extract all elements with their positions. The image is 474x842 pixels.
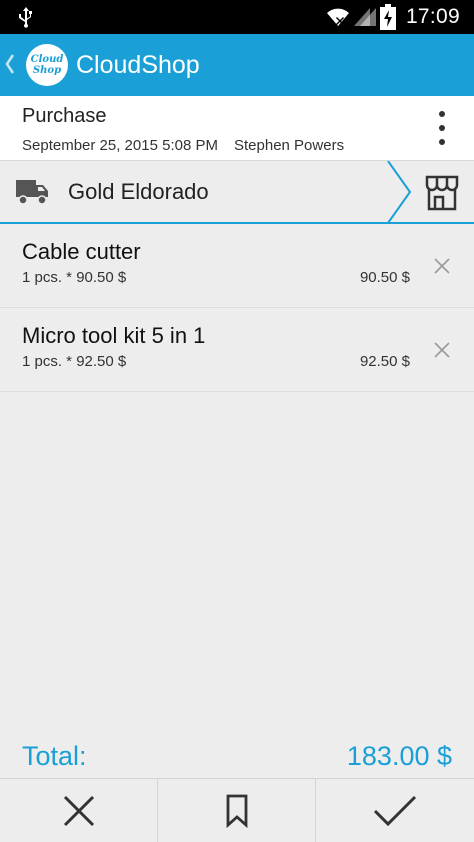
usb-icon (19, 7, 32, 28)
list-item[interactable]: Cable cutter 1 pcs. * 90.50 $ 90.50 $ (0, 224, 474, 308)
check-icon (373, 795, 417, 827)
items-list: Cable cutter 1 pcs. * 90.50 $ 90.50 $ Mi… (0, 224, 474, 392)
logo-text-shop: Shop (32, 65, 62, 76)
document-user: Stephen Powers (234, 137, 345, 154)
confirm-button[interactable] (316, 779, 474, 842)
document-date: September 25, 2015 5:08 PM (22, 137, 218, 154)
status-bar: 17:09 (0, 0, 474, 34)
item-quantity-price: 1 pcs. * 90.50 $ (22, 269, 127, 286)
truck-icon (16, 180, 48, 205)
cancel-button[interactable] (0, 779, 158, 842)
document-header: Purchase September 25, 2015 5:08 PM Step… (0, 96, 474, 160)
app-title: CloudShop (76, 51, 200, 79)
close-icon[interactable] (432, 340, 452, 360)
chevron-right-icon (387, 161, 412, 223)
bottom-action-bar (0, 778, 474, 842)
item-name: Micro tool kit 5 in 1 (22, 323, 206, 348)
battery-charging-icon (380, 4, 396, 30)
total-value: 183.00 $ (346, 741, 452, 771)
store-icon[interactable] (424, 175, 460, 211)
signal-icon-2 (360, 8, 376, 26)
logo-text-cloud: Cloud (30, 54, 64, 65)
supplier-selector[interactable]: Gold Eldorado (0, 160, 474, 224)
wifi-icon (327, 8, 349, 26)
close-icon (63, 795, 94, 827)
document-type: Purchase (22, 105, 107, 127)
total-label: Total: (22, 741, 87, 771)
item-total: 92.50 $ (359, 353, 410, 370)
app-logo[interactable]: Cloud Shop (26, 44, 68, 86)
supplier-name: Gold Eldorado (68, 179, 209, 204)
clock: 17:09 (405, 5, 460, 28)
item-total: 90.50 $ (359, 269, 410, 286)
chevron-left-icon[interactable] (4, 51, 16, 77)
action-bar: Cloud Shop CloudShop (0, 34, 474, 96)
item-quantity-price: 1 pcs. * 92.50 $ (22, 353, 127, 370)
item-name: Cable cutter (22, 239, 141, 264)
save-draft-button[interactable] (158, 779, 316, 842)
list-item[interactable]: Micro tool kit 5 in 1 1 pcs. * 92.50 $ 9… (0, 308, 474, 392)
more-vert-icon[interactable] (430, 108, 454, 148)
close-icon[interactable] (432, 256, 452, 276)
total-bar: Total: 183.00 $ (0, 736, 474, 778)
bookmark-icon (226, 794, 247, 828)
